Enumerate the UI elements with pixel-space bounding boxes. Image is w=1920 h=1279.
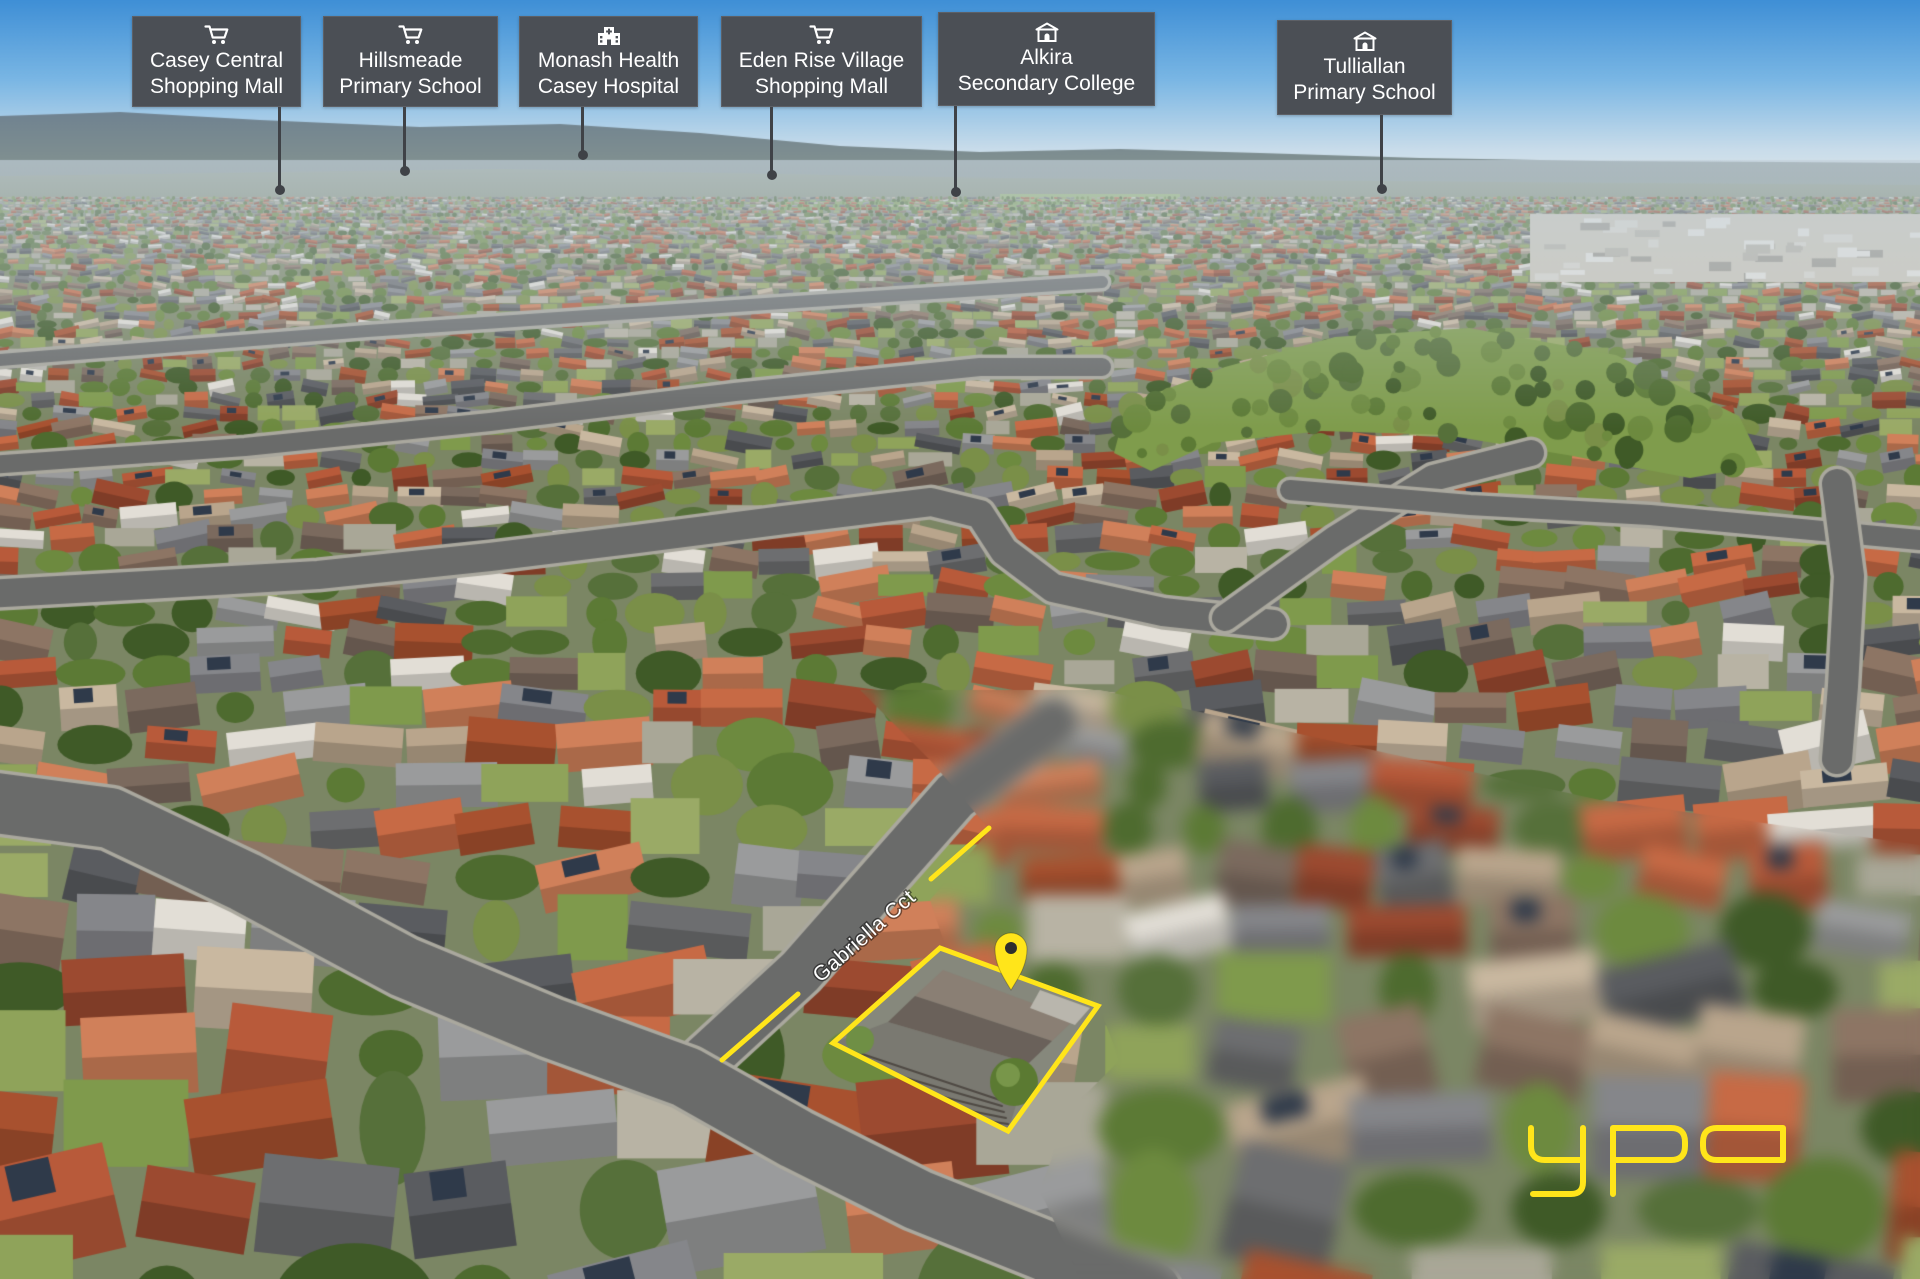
location-pin-icon	[994, 932, 1028, 991]
street-name-label: Gabriella Cct	[809, 886, 921, 987]
property-boundary	[828, 945, 1102, 1135]
street-marker-line	[928, 825, 992, 882]
annotation-overlay: Gabriella Cct	[719, 825, 1102, 1135]
aerial-view: Casey Central Shopping Mall Hillsmeade P…	[0, 0, 1920, 1279]
street-marker-line	[719, 991, 801, 1063]
ypa-logo	[1528, 1125, 1786, 1197]
